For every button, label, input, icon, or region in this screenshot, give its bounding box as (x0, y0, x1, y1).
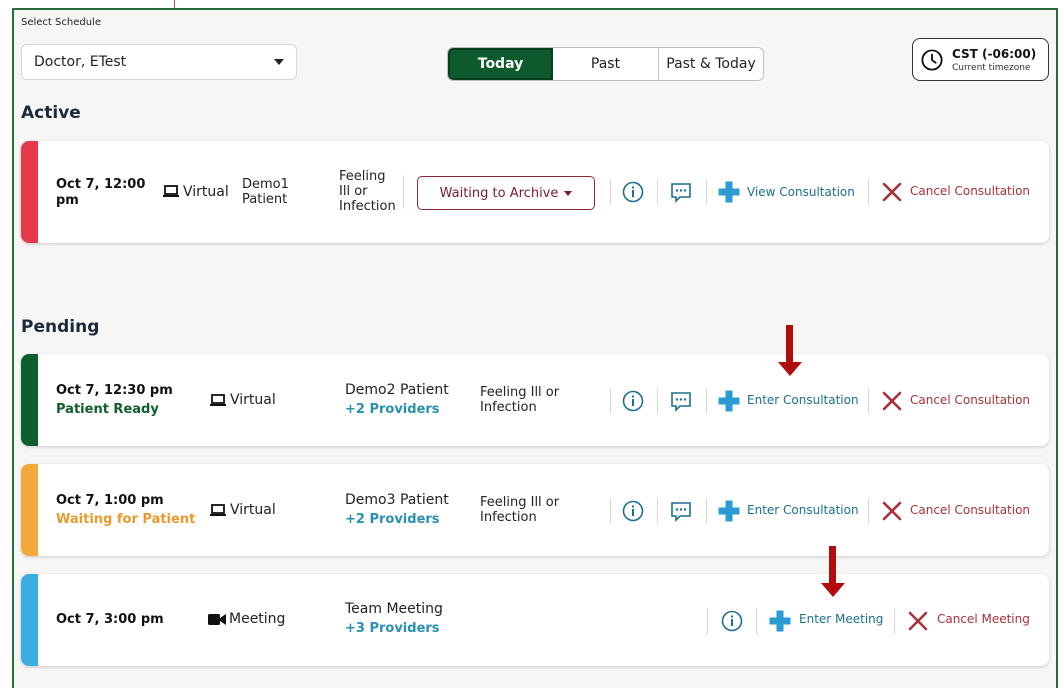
patient-status: Patient Ready (56, 402, 159, 417)
laptop-icon (210, 394, 226, 406)
divider (756, 608, 757, 634)
divider (610, 388, 611, 414)
close-icon (882, 391, 902, 411)
divider (657, 179, 658, 205)
divider (894, 608, 895, 634)
time-filter-tabs: Today Past Past & Today (447, 47, 764, 81)
cancel-consultation-button[interactable]: Cancel Consultation (910, 393, 1030, 407)
tab-today[interactable]: Today (448, 48, 553, 80)
reason-line2: Infection (480, 400, 537, 415)
appointment-date: Oct 7, 12:30 pm (56, 383, 173, 398)
divider (868, 498, 869, 524)
reason-line2: Ill or (339, 184, 368, 199)
divider (706, 179, 707, 205)
laptop-icon (163, 185, 179, 197)
patient-status: Waiting for Patient (56, 512, 196, 527)
reason-line3: Infection (339, 199, 396, 214)
appointment-card-meeting[interactable]: Oct 7, 3:00 pm Meeting Team Meeting +3 P… (21, 574, 1049, 666)
reason-line1: Feeling Ill or (480, 495, 560, 510)
medical-cross-icon (718, 181, 740, 203)
status-bar (21, 464, 38, 556)
divider (403, 175, 404, 209)
info-icon[interactable] (622, 500, 644, 522)
patient-name: Demo3 Patient (345, 492, 449, 508)
timezone-caption: Current timezone (952, 62, 1031, 73)
appointment-card-active[interactable]: Oct 7, 12:00 pm Virtual Demo1 Patient Fe… (21, 141, 1049, 243)
schedule-select[interactable]: Doctor, ETest (21, 44, 297, 80)
close-icon (908, 611, 928, 631)
appointment-card[interactable]: Oct 7, 12:30 pm Patient Ready Virtual De… (21, 354, 1049, 446)
reason-line1: Feeling Ill or (480, 385, 560, 400)
providers-link[interactable]: +2 Providers (345, 512, 440, 528)
patient-name-line1: Demo1 (242, 177, 289, 192)
appointment-date: Oct 7, 12:00 (56, 177, 146, 192)
section-title-pending: Pending (21, 317, 100, 337)
visit-mode: Meeting (229, 611, 286, 627)
divider (610, 498, 611, 524)
reason-line1: Feeling (339, 169, 386, 184)
reason-line2: Infection (480, 510, 537, 525)
appointment-card[interactable]: Oct 7, 1:00 pm Waiting for Patient Virtu… (21, 464, 1049, 556)
divider (657, 388, 658, 414)
status-bar (21, 141, 38, 243)
tab-past[interactable]: Past (553, 48, 659, 80)
divider (706, 498, 707, 524)
appointment-date: Oct 7, 3:00 pm (56, 612, 164, 627)
medical-cross-icon (769, 610, 791, 632)
appointment-date: Oct 7, 1:00 pm (56, 493, 164, 508)
annotation-arrow-shaft (786, 325, 793, 363)
close-icon (882, 501, 902, 521)
video-camera-icon (208, 614, 226, 625)
info-icon[interactable] (622, 181, 644, 203)
info-icon[interactable] (622, 390, 644, 412)
status-bar (21, 354, 38, 446)
annotation-arrow-icon (821, 583, 845, 597)
annotation-arrow-icon (778, 362, 802, 376)
cancel-meeting-button[interactable]: Cancel Meeting (937, 612, 1030, 626)
laptop-icon (210, 504, 226, 516)
caret-down-icon (564, 190, 573, 196)
appointment-date-suffix: pm (56, 193, 79, 208)
meeting-name: Team Meeting (345, 601, 443, 617)
status-dropdown-button[interactable]: Waiting to Archive (417, 176, 595, 210)
close-icon (882, 182, 902, 202)
tab-past-and-today[interactable]: Past & Today (659, 48, 763, 80)
visit-mode: Virtual (183, 184, 229, 200)
divider (868, 388, 869, 414)
timezone-badge[interactable]: CST (-06:00) Current timezone (912, 38, 1049, 81)
view-consultation-button[interactable]: View Consultation (747, 185, 855, 199)
divider (657, 498, 658, 524)
chat-icon[interactable] (670, 390, 692, 412)
enter-consultation-button[interactable]: Enter Consultation (747, 503, 859, 517)
visit-mode: Virtual (230, 392, 276, 408)
providers-link[interactable]: +2 Providers (345, 402, 440, 418)
enter-consultation-button[interactable]: Enter Consultation (747, 393, 859, 407)
cancel-consultation-button[interactable]: Cancel Consultation (910, 503, 1030, 517)
annotation-arrow-shaft (829, 546, 836, 584)
divider (610, 179, 611, 205)
select-schedule-label: Select Schedule (21, 17, 101, 28)
status-dropdown-label: Waiting to Archive (439, 185, 559, 201)
providers-link[interactable]: +3 Providers (345, 621, 440, 637)
divider (868, 179, 869, 205)
section-title-active: Active (21, 103, 81, 123)
cancel-consultation-button[interactable]: Cancel Consultation (910, 184, 1030, 198)
info-icon[interactable] (721, 610, 743, 632)
chevron-down-icon (274, 59, 284, 65)
divider (707, 608, 708, 634)
medical-cross-icon (718, 390, 740, 412)
status-bar (21, 574, 38, 666)
chat-icon[interactable] (670, 181, 692, 203)
medical-cross-icon (718, 500, 740, 522)
patient-name-line2: Patient (242, 192, 288, 207)
schedule-select-value: Doctor, ETest (34, 54, 127, 70)
timezone-value: CST (-06:00) (952, 46, 1037, 61)
chat-icon[interactable] (670, 500, 692, 522)
patient-name: Demo2 Patient (345, 382, 449, 398)
clock-icon (921, 48, 943, 71)
visit-mode: Virtual (230, 502, 276, 518)
divider (706, 388, 707, 414)
enter-meeting-button[interactable]: Enter Meeting (799, 612, 883, 626)
